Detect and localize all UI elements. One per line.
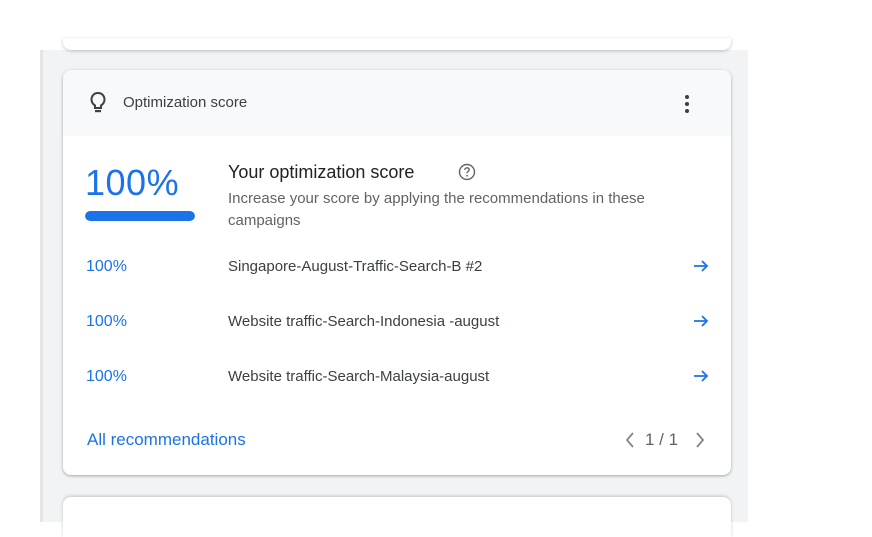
- campaign-score: 100%: [86, 368, 127, 385]
- chevron-left-icon[interactable]: [623, 430, 637, 450]
- campaign-row[interactable]: 100% Website traffic-Search-Indonesia -a…: [63, 307, 731, 337]
- score-progress-fill: [85, 211, 195, 221]
- pagination-text: 1 / 1: [645, 430, 679, 449]
- score-description: Increase your score by applying the reco…: [228, 190, 645, 229]
- optimization-score-card: Optimization score 100% Your optimizatio…: [63, 70, 731, 475]
- previous-card: [63, 38, 731, 50]
- help-circle-icon[interactable]: [458, 163, 476, 181]
- campaign-score: 100%: [86, 258, 127, 275]
- lightbulb-icon: [90, 91, 106, 113]
- more-options-button[interactable]: [677, 90, 697, 118]
- campaign-name: Website traffic-Search-Malaysia-august: [228, 368, 490, 385]
- score-progress-bar: [85, 211, 195, 221]
- chevron-right-icon[interactable]: [693, 430, 707, 450]
- card-title: Optimization score: [123, 94, 248, 111]
- pagination: 1 / 1: [623, 428, 713, 452]
- card-header: Optimization score: [63, 70, 731, 136]
- arrow-right-icon[interactable]: [691, 368, 711, 384]
- campaign-row[interactable]: 100% Website traffic-Search-Malaysia-aug…: [63, 362, 731, 392]
- next-card: [63, 497, 731, 537]
- all-recommendations-link[interactable]: All recommendations: [87, 430, 246, 450]
- campaign-score: 100%: [86, 313, 127, 330]
- campaign-row[interactable]: 100% Singapore-August-Traffic-Search-B #…: [63, 252, 731, 282]
- overall-score-value: 100%: [85, 162, 180, 203]
- arrow-right-icon[interactable]: [691, 258, 711, 274]
- campaign-name: Website traffic-Search-Indonesia -august: [228, 313, 500, 330]
- panel-divider: [40, 50, 43, 522]
- more-vert-icon: [685, 95, 689, 99]
- score-title: Your optimization score: [228, 162, 415, 182]
- campaign-name: Singapore-August-Traffic-Search-B #2: [228, 258, 483, 275]
- arrow-right-icon[interactable]: [691, 313, 711, 329]
